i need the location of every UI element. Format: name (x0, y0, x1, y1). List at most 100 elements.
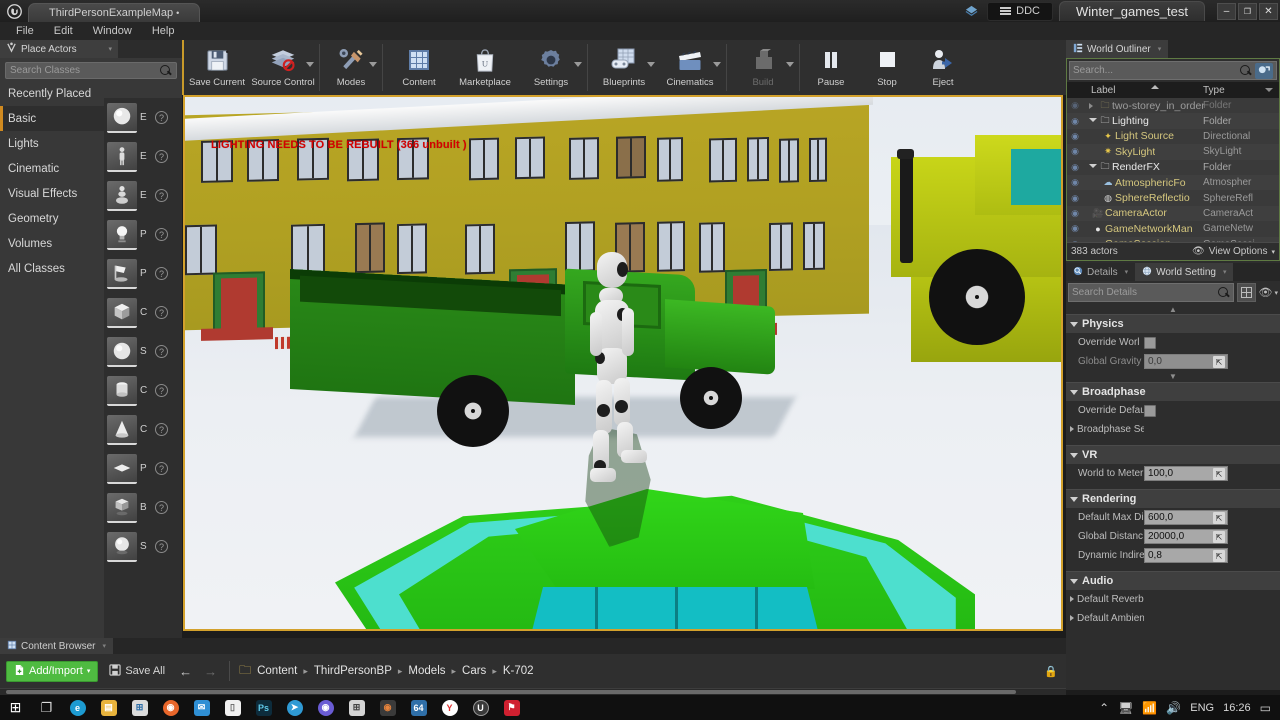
outliner-search-input[interactable] (1073, 65, 1237, 76)
notification-icon[interactable]: ▭ (1260, 701, 1271, 715)
64-icon[interactable]: 64 (403, 695, 434, 720)
menu-file[interactable]: File (6, 22, 44, 40)
firefox-icon[interactable]: ◉ (155, 695, 186, 720)
source-control-button[interactable]: Source Control (250, 40, 316, 95)
expand-icon[interactable] (1070, 596, 1074, 602)
property-matrix-button[interactable] (1236, 283, 1256, 302)
level-viewport[interactable]: LIGHTING NEEDS TO BE REBUILT (366 unbuil… (183, 95, 1063, 631)
start-icon[interactable]: ⊞ (0, 695, 31, 720)
outliner-tree[interactable]: ◉ 🗀 two-storey_in_order Folder ◉ 🗀 Light… (1067, 98, 1279, 242)
pause-button[interactable]: Pause (803, 40, 859, 95)
marketplace-button[interactable]: U Marketplace (452, 40, 518, 95)
chevron-down-icon[interactable] (647, 62, 655, 67)
spinner-icon[interactable]: ⇱ (1213, 531, 1225, 543)
list-item[interactable]: C ? (104, 293, 182, 332)
details-body[interactable]: ▲ Physics Override Worl Global Gravity 0… (1066, 304, 1280, 628)
tab-world-outliner[interactable]: World Outliner ▾ (1066, 40, 1169, 58)
help-icon[interactable]: ? (155, 540, 168, 553)
section-vr[interactable]: VR (1066, 445, 1280, 464)
chevron-down-icon[interactable]: ▾ (108, 45, 112, 53)
chevron-down-icon[interactable] (713, 62, 721, 67)
edge-icon[interactable]: e (62, 695, 93, 720)
help-icon[interactable]: ? (155, 462, 168, 475)
visibility-icon[interactable]: ◉ (1067, 208, 1083, 219)
close-button[interactable]: ✕ (1259, 2, 1278, 20)
property-global-gravity[interactable]: Global Gravity 0,0 ⇱ (1066, 352, 1280, 371)
list-item[interactable]: E ? (104, 98, 182, 137)
property-world-to-meters[interactable]: World to Meter 100,0 ⇱ (1066, 464, 1280, 483)
tab-world-settings[interactable]: World Setting ▾ (1135, 263, 1234, 281)
list-item[interactable]: C ? (104, 371, 182, 410)
file-explorer-icon[interactable]: ▤ (93, 695, 124, 720)
save-all-button[interactable]: Save All (104, 661, 170, 682)
help-icon[interactable]: ? (155, 150, 168, 163)
telegram-icon[interactable]: ➤ (279, 695, 310, 720)
document-icon[interactable]: ▯ (217, 695, 248, 720)
number-field[interactable]: 0,0 ⇱ (1144, 354, 1228, 369)
breadcrumb-thirdpersonbp[interactable]: ThirdPersonBP (314, 665, 392, 677)
list-item[interactable]: P ? (104, 449, 182, 488)
property-default-ambient[interactable]: Default Ambien (1066, 609, 1280, 628)
chevron-down-icon[interactable] (1265, 88, 1273, 92)
visibility-icon[interactable]: ◉ (1067, 193, 1083, 204)
number-field[interactable]: 100,0 ⇱ (1144, 466, 1228, 481)
help-icon[interactable]: ? (155, 189, 168, 202)
list-item[interactable]: C ? (104, 410, 182, 449)
chevron-down-icon[interactable] (369, 62, 377, 67)
property-default-max-distance[interactable]: Default Max Di 600,0 ⇱ (1066, 508, 1280, 527)
actor-palette-list[interactable]: E ? E ? E ? P ? P ? C ? S ? C ? C ? P ? … (104, 98, 182, 640)
navigate-forward-button[interactable]: → (201, 664, 220, 679)
visibility-icon[interactable]: ◉ (1067, 146, 1083, 157)
table-row[interactable]: ◉ ● GameNetworkMan GameNetw (1067, 221, 1279, 236)
chevron-down-icon[interactable] (574, 62, 582, 67)
expand-icon[interactable] (1089, 102, 1097, 109)
menu-help[interactable]: Help (142, 22, 185, 40)
search-classes-input[interactable] (10, 65, 160, 76)
visibility-icon[interactable]: ◉ (1067, 116, 1083, 127)
breadcrumb-models[interactable]: Models (408, 665, 445, 677)
collapse-icon[interactable] (1089, 163, 1097, 171)
property-dynamic-indirect[interactable]: Dynamic Indire 0,8 ⇱ (1066, 546, 1280, 565)
view-options-button[interactable]: 👁 View Options ▾ (1192, 246, 1275, 257)
chevron-down-icon[interactable]: ▾ (1125, 268, 1129, 276)
spinner-icon[interactable]: ⇱ (1213, 550, 1225, 562)
list-item[interactable]: P ? (104, 215, 182, 254)
blueprints-button[interactable]: Blueprints (591, 40, 657, 95)
maximize-button[interactable]: ❐ (1238, 2, 1257, 20)
breadcrumb-k702[interactable]: K-702 (503, 665, 534, 677)
task-view-icon[interactable]: ❐ (31, 695, 62, 720)
expand-icon[interactable] (1070, 426, 1074, 432)
app-red-icon[interactable]: ⚑ (496, 695, 527, 720)
help-icon[interactable]: ? (155, 306, 168, 319)
calculator-icon[interactable]: ⊞ (341, 695, 372, 720)
menu-window[interactable]: Window (83, 22, 142, 40)
section-physics[interactable]: Physics (1066, 314, 1280, 333)
table-row[interactable]: ◉ ✦ Light Source Directional (1067, 129, 1279, 144)
ddc-button[interactable]: DDC (987, 1, 1053, 21)
visibility-icon[interactable]: ◉ (1067, 131, 1083, 142)
visibility-icon[interactable]: ◉ (1067, 177, 1083, 188)
device-icon[interactable]: 🖥 (1118, 701, 1133, 715)
section-rendering[interactable]: Rendering (1066, 489, 1280, 508)
tab-content-browser[interactable]: Content Browser ▾ (0, 638, 113, 654)
collapse-icon[interactable] (1089, 117, 1097, 125)
add-actor-icon[interactable] (1255, 62, 1273, 79)
table-row[interactable]: ◉ ◍ SphereReflectio SphereRefl (1067, 190, 1279, 205)
list-item[interactable]: S ? (104, 332, 182, 371)
property-override-default-broadphase[interactable]: Override Defau (1066, 401, 1280, 420)
breadcrumb-cars[interactable]: Cars (462, 665, 486, 677)
chevron-down-icon[interactable] (306, 62, 314, 67)
list-item[interactable]: B ? (104, 488, 182, 527)
breadcrumb-content[interactable]: Content (257, 665, 297, 677)
visibility-icon[interactable]: ◉ (1067, 162, 1083, 173)
number-field[interactable]: 0,8 ⇱ (1144, 548, 1228, 563)
volume-icon[interactable]: 🔊 (1166, 701, 1181, 715)
spinner-icon[interactable]: ⇱ (1213, 512, 1225, 524)
details-search-field[interactable] (1068, 283, 1234, 302)
section-broadphase[interactable]: Broadphase (1066, 382, 1280, 401)
stop-button[interactable]: Stop (859, 40, 915, 95)
modes-button[interactable]: Modes (323, 40, 379, 95)
table-row[interactable]: ◉ 🗀 RenderFX Folder (1067, 160, 1279, 175)
visibility-icon[interactable]: ◉ (1067, 239, 1083, 242)
table-row[interactable]: ◉ 🗀 Lighting Folder (1067, 113, 1279, 129)
